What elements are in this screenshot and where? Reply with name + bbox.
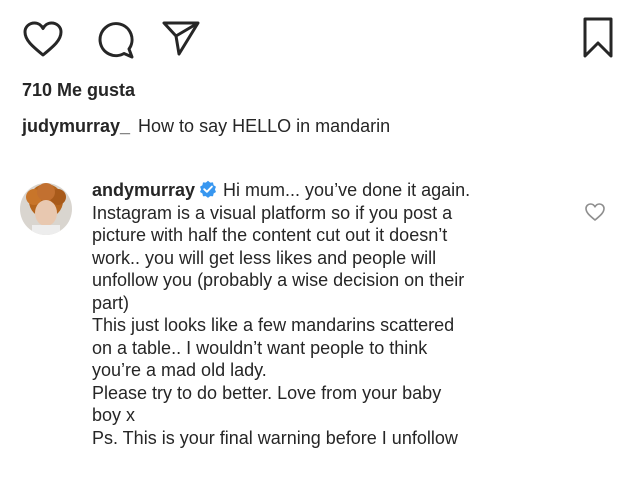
avatar-image (20, 183, 72, 235)
comment-text-line: on a table.. I wouldn’t want people to t… (92, 337, 428, 358)
send-icon[interactable] (160, 18, 202, 58)
comment-text-line: part) (92, 292, 130, 313)
bookmark-icon[interactable] (582, 16, 614, 60)
caption-username[interactable]: judymurray_ (22, 116, 130, 136)
post-caption: judymurray_ How to say HELLO in mandarin (22, 116, 390, 137)
comment-text-line: work.. you will get less likes and peopl… (92, 247, 437, 268)
post-action-bar (0, 0, 640, 70)
avatar[interactable] (20, 183, 72, 235)
comment-body: andymurray Hi mum... you’ve done it again… (92, 179, 572, 449)
comment-text-line: picture with half the content cut out it… (92, 225, 448, 245)
comment-text-line: you’re a mad old lady. (92, 360, 267, 380)
likes-count[interactable]: 710 Me gusta (22, 80, 135, 101)
comment-icon[interactable] (96, 20, 136, 60)
comment-text-line: Hi mum... you’ve done it again. (223, 180, 471, 200)
comment-text-line: boy x (92, 405, 136, 425)
comment-text-line: Please try to do better. Love from your … (92, 382, 442, 403)
caption-text: How to say HELLO in mandarin (138, 116, 391, 136)
comment-text-line: This just looks like a few mandarins sca… (92, 315, 455, 335)
comment-username[interactable]: andymurray (92, 180, 195, 200)
comment-first-line: andymurray Hi mum... you’ve done it again… (92, 179, 572, 202)
comment-text-line: unfollow you (probably a wise decision o… (92, 270, 465, 290)
verified-badge-icon (200, 180, 217, 198)
comment-text-line: Instagram is a visual platform so if you… (92, 202, 453, 223)
heart-icon[interactable] (22, 20, 64, 58)
comment-text-line: Ps. This is your final warning before I … (92, 427, 458, 448)
heart-outline-icon[interactable] (584, 202, 606, 222)
